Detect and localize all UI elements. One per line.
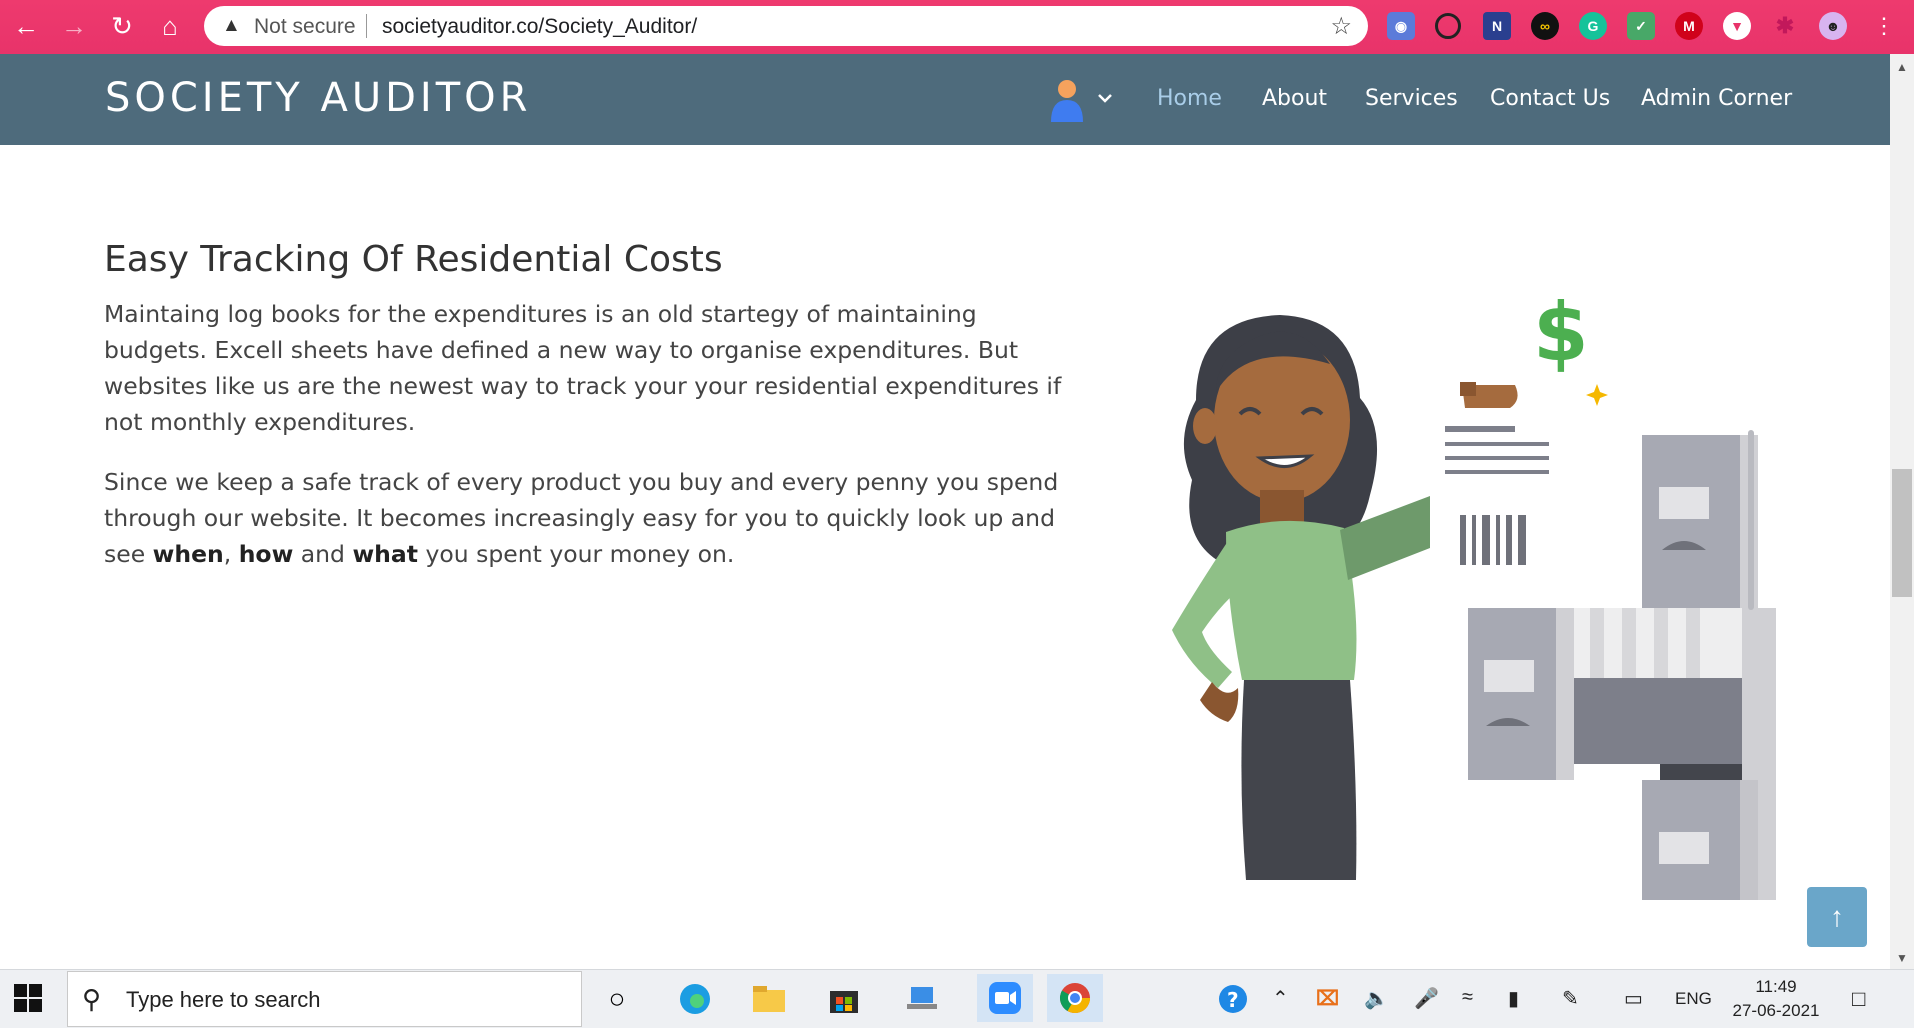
clock-date: 27-06-2021 bbox=[1732, 1001, 1820, 1020]
speaker-icon[interactable]: 🔈 bbox=[1364, 986, 1389, 1011]
chrome-icon[interactable] bbox=[1047, 974, 1103, 1022]
puzzle-icon[interactable]: ✱ bbox=[1771, 12, 1799, 40]
camera-icon[interactable]: ◉ bbox=[1387, 12, 1415, 40]
windows-start-icon[interactable] bbox=[14, 984, 42, 1012]
nav-services[interactable]: Services bbox=[1365, 86, 1458, 111]
scroll-up-icon[interactable]: ▲ bbox=[1896, 60, 1908, 74]
wifi-icon[interactable]: ≈ bbox=[1462, 986, 1473, 1009]
battery-icon[interactable]: ▮ bbox=[1508, 986, 1519, 1011]
svg-text:?: ? bbox=[1227, 988, 1239, 1012]
nav-about[interactable]: About bbox=[1262, 86, 1327, 111]
nav-home[interactable]: Home bbox=[1157, 86, 1222, 111]
n-icon[interactable]: N bbox=[1483, 12, 1511, 40]
chevron-up-icon[interactable]: ⌃ bbox=[1272, 986, 1289, 1011]
chevron-down-icon bbox=[1098, 94, 1112, 103]
edge-icon[interactable] bbox=[676, 980, 714, 1018]
cortana-icon[interactable]: ○ bbox=[598, 980, 636, 1018]
home-icon[interactable]: ⌂ bbox=[152, 8, 188, 44]
clock[interactable]: 11:49 27-06-2021 bbox=[1726, 975, 1826, 1023]
search-placeholder: Type here to search bbox=[126, 987, 321, 1012]
back-to-top-button[interactable]: ↑ bbox=[1807, 887, 1867, 947]
grammarly-icon[interactable]: G bbox=[1579, 12, 1607, 40]
clock-time: 11:49 bbox=[1755, 977, 1797, 996]
browser-toolbar: ← → ↻ ⌂ ▲ Not secure societyauditor.co/S… bbox=[0, 0, 1914, 54]
paragraph-tracking: Since we keep a safe track of every prod… bbox=[104, 468, 1059, 568]
store-icon[interactable] bbox=[825, 980, 863, 1018]
scroll-down-icon[interactable]: ▼ bbox=[1896, 951, 1908, 965]
microphone-icon[interactable]: 🎤 bbox=[1414, 986, 1439, 1011]
taskbar-search-box[interactable]: ⚲ Type here to search bbox=[67, 971, 582, 1027]
bookmark-star-icon[interactable]: ☆ bbox=[1330, 12, 1352, 41]
circle-icon[interactable] bbox=[1435, 13, 1461, 39]
search-icon: ⚲ bbox=[82, 984, 102, 1014]
warning-icon: ▲ bbox=[222, 15, 241, 36]
zoom-icon[interactable] bbox=[977, 974, 1033, 1022]
mail-check-icon[interactable]: ✓ bbox=[1627, 12, 1655, 40]
notifications-icon[interactable]: □ bbox=[1852, 986, 1865, 1012]
profile-icon[interactable]: ☻ bbox=[1819, 12, 1847, 40]
bold-how: how bbox=[238, 540, 294, 568]
scrollbar-thumb[interactable] bbox=[1892, 469, 1912, 597]
m-icon[interactable]: M bbox=[1675, 12, 1703, 40]
url-text[interactable]: societyauditor.co/Society_Auditor/ bbox=[382, 15, 697, 39]
language-indicator[interactable]: ENG bbox=[1675, 989, 1712, 1009]
woman-filing-illustration: $ bbox=[1172, 286, 1776, 900]
help-icon[interactable]: ? bbox=[1215, 980, 1253, 1018]
windows-taskbar: ⚲ Type here to search ○ ? ⌃ ⌧ 🔈 🎤 ≈ ▮ ✎ … bbox=[0, 969, 1914, 1028]
address-bar[interactable]: ▲ Not secure societyauditor.co/Society_A… bbox=[204, 6, 1368, 46]
page-scrollbar[interactable]: ▲ ▼ bbox=[1890, 54, 1914, 969]
infinity-icon[interactable]: ∞ bbox=[1531, 12, 1559, 40]
nav-contact-us[interactable]: Contact Us bbox=[1490, 86, 1610, 111]
user-menu-dropdown[interactable] bbox=[1045, 78, 1115, 122]
more-options-icon[interactable]: ⋮ bbox=[1866, 8, 1902, 44]
section-heading: Easy Tracking Of Residential Costs bbox=[104, 239, 723, 280]
shield-icon[interactable]: ▼ bbox=[1723, 12, 1751, 40]
tablet-mode-icon[interactable]: ▭ bbox=[1624, 986, 1643, 1011]
paragraph-intro: Maintaing log books for the expenditures… bbox=[104, 300, 1062, 436]
user-avatar-icon bbox=[1051, 80, 1112, 122]
forward-arrow-icon[interactable]: → bbox=[56, 8, 92, 44]
dollar-icon: $ bbox=[1533, 286, 1589, 379]
file-explorer-icon[interactable] bbox=[750, 980, 788, 1018]
laptop-app-icon[interactable] bbox=[903, 980, 941, 1018]
pen-icon[interactable]: ✎ bbox=[1562, 986, 1579, 1011]
security-label[interactable]: Not secure bbox=[254, 15, 356, 39]
site-brand[interactable]: SOCIETY AUDITOR bbox=[105, 75, 531, 121]
bold-what: what bbox=[352, 540, 418, 568]
xampp-icon[interactable]: ⌧ bbox=[1316, 986, 1339, 1011]
nav-admin-corner[interactable]: Admin Corner bbox=[1641, 86, 1792, 111]
reload-icon[interactable]: ↻ bbox=[104, 8, 140, 44]
back-arrow-icon[interactable]: ← bbox=[8, 8, 44, 44]
divider bbox=[366, 14, 367, 38]
site-header: SOCIETY AUDITOR Home About Services Cont… bbox=[0, 54, 1890, 145]
bold-when: when bbox=[152, 540, 224, 568]
